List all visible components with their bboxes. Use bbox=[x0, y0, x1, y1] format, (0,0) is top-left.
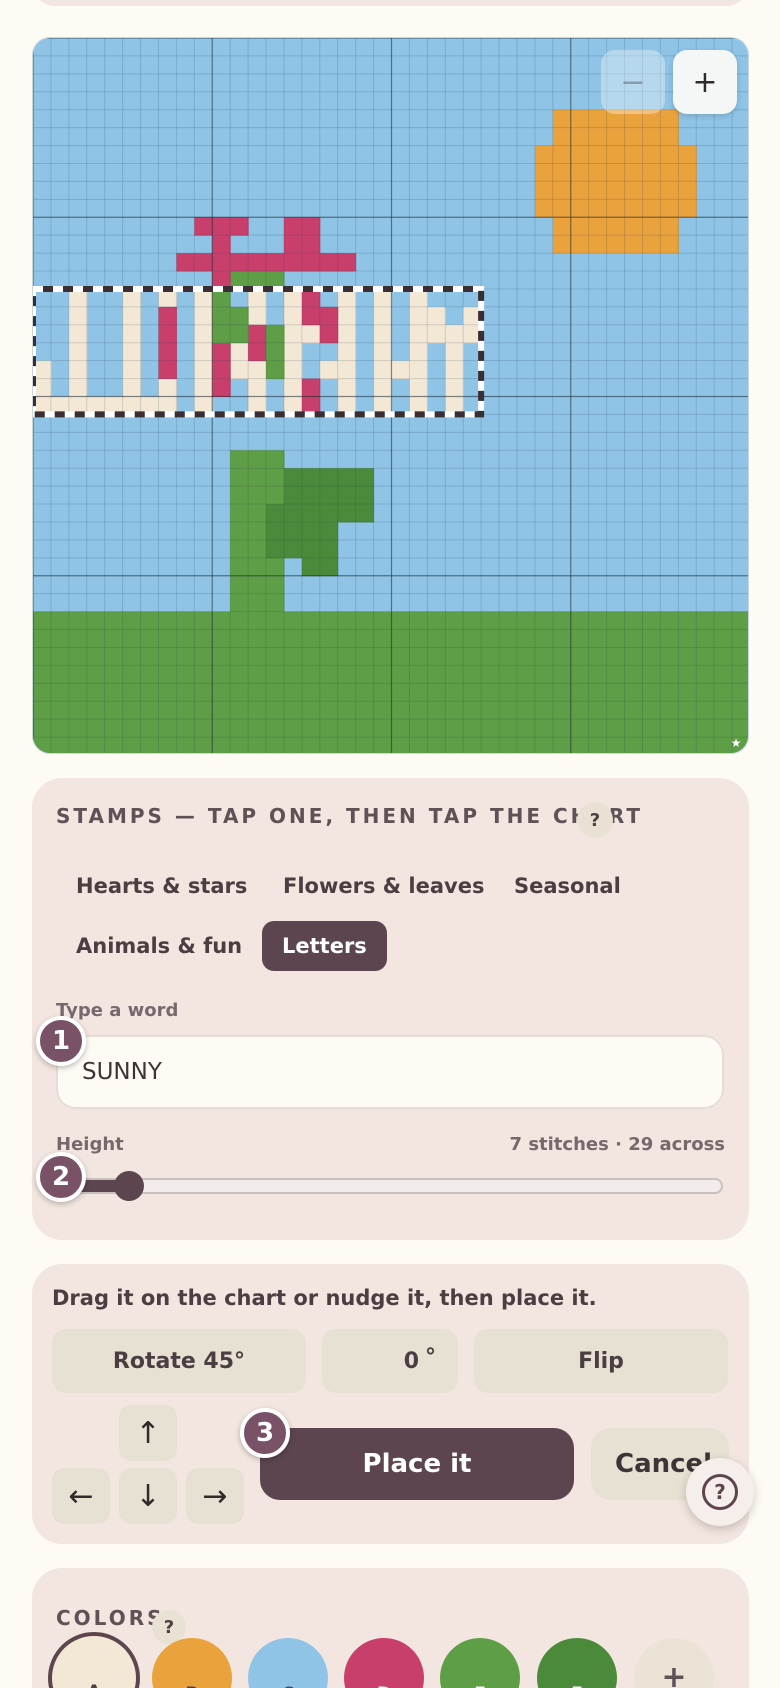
nudge-left-button[interactable]: ← bbox=[52, 1468, 110, 1524]
swatch-letter: A bbox=[87, 1682, 100, 1688]
angle-unit: ° bbox=[425, 1344, 436, 1370]
rotate-button[interactable]: Rotate 45° bbox=[52, 1329, 306, 1393]
flower-motif bbox=[194, 217, 249, 236]
colors-title: COLORS bbox=[56, 1606, 165, 1630]
letter-stitches bbox=[373, 360, 428, 380]
nudge-down-button[interactable]: ↓ bbox=[119, 1468, 177, 1524]
placement-hint: Drag it on the chart or nudge it, then p… bbox=[52, 1286, 597, 1310]
swatch-letter: F bbox=[571, 1684, 583, 1688]
category-letters[interactable]: Letters bbox=[262, 921, 387, 971]
height-info: 7 stitches · 29 across bbox=[509, 1134, 725, 1155]
help-circle-icon: ? bbox=[702, 1474, 738, 1510]
swatch-letter: B bbox=[186, 1684, 199, 1688]
flip-button[interactable]: Flip bbox=[474, 1329, 728, 1393]
flower-motif bbox=[212, 235, 231, 290]
stem-stitches bbox=[212, 288, 231, 344]
place-it-button[interactable]: Place it bbox=[260, 1428, 574, 1500]
zoom-out-button[interactable]: − bbox=[601, 50, 665, 114]
step-badge-1: 1 bbox=[36, 1016, 86, 1066]
word-label: Type a word bbox=[56, 1000, 179, 1021]
category-hearts-stars[interactable]: Hearts & stars bbox=[56, 861, 267, 911]
star-icon: ★ bbox=[730, 736, 742, 750]
stamps-title: STAMPS — TAP ONE, THEN TAP THE CHART bbox=[56, 804, 643, 828]
height-slider-thumb[interactable] bbox=[114, 1171, 144, 1201]
angle-field[interactable]: 0 ° bbox=[322, 1329, 458, 1393]
stem-stitches bbox=[266, 324, 285, 380]
letter-stitches bbox=[445, 324, 464, 415]
step-badge-3: 3 bbox=[240, 1408, 290, 1458]
category-animals-fun[interactable]: Animals & fun bbox=[56, 921, 262, 971]
step-badge-2: 2 bbox=[36, 1152, 86, 1202]
category-flowers-leaves[interactable]: Flowers & leaves bbox=[263, 861, 504, 911]
letter-stitches bbox=[301, 324, 321, 344]
previous-panel bbox=[32, 0, 749, 6]
angle-value: 0 bbox=[403, 1348, 419, 1374]
stamps-help-button[interactable]: ? bbox=[577, 802, 613, 838]
nudge-up-button[interactable]: ↑ bbox=[119, 1405, 177, 1461]
category-seasonal[interactable]: Seasonal bbox=[494, 861, 641, 911]
stitch-chart[interactable] bbox=[32, 37, 749, 754]
swatch-letter: C bbox=[282, 1684, 294, 1688]
word-input[interactable]: SUNNY bbox=[56, 1035, 724, 1109]
stamps-panel: STAMPS — TAP ONE, THEN TAP THE CHART ? H… bbox=[32, 778, 749, 1240]
letter-stitches bbox=[319, 360, 339, 380]
chart-canvas[interactable] bbox=[33, 38, 749, 754]
nudge-right-button[interactable]: → bbox=[186, 1468, 244, 1524]
swatch-letter: E bbox=[474, 1684, 486, 1688]
height-slider[interactable] bbox=[56, 1178, 723, 1194]
swatch-letter: D bbox=[377, 1684, 391, 1688]
flower-stitches bbox=[212, 342, 231, 397]
floating-help-button[interactable]: ? bbox=[686, 1458, 754, 1526]
zoom-in-button[interactable]: + bbox=[673, 50, 737, 114]
